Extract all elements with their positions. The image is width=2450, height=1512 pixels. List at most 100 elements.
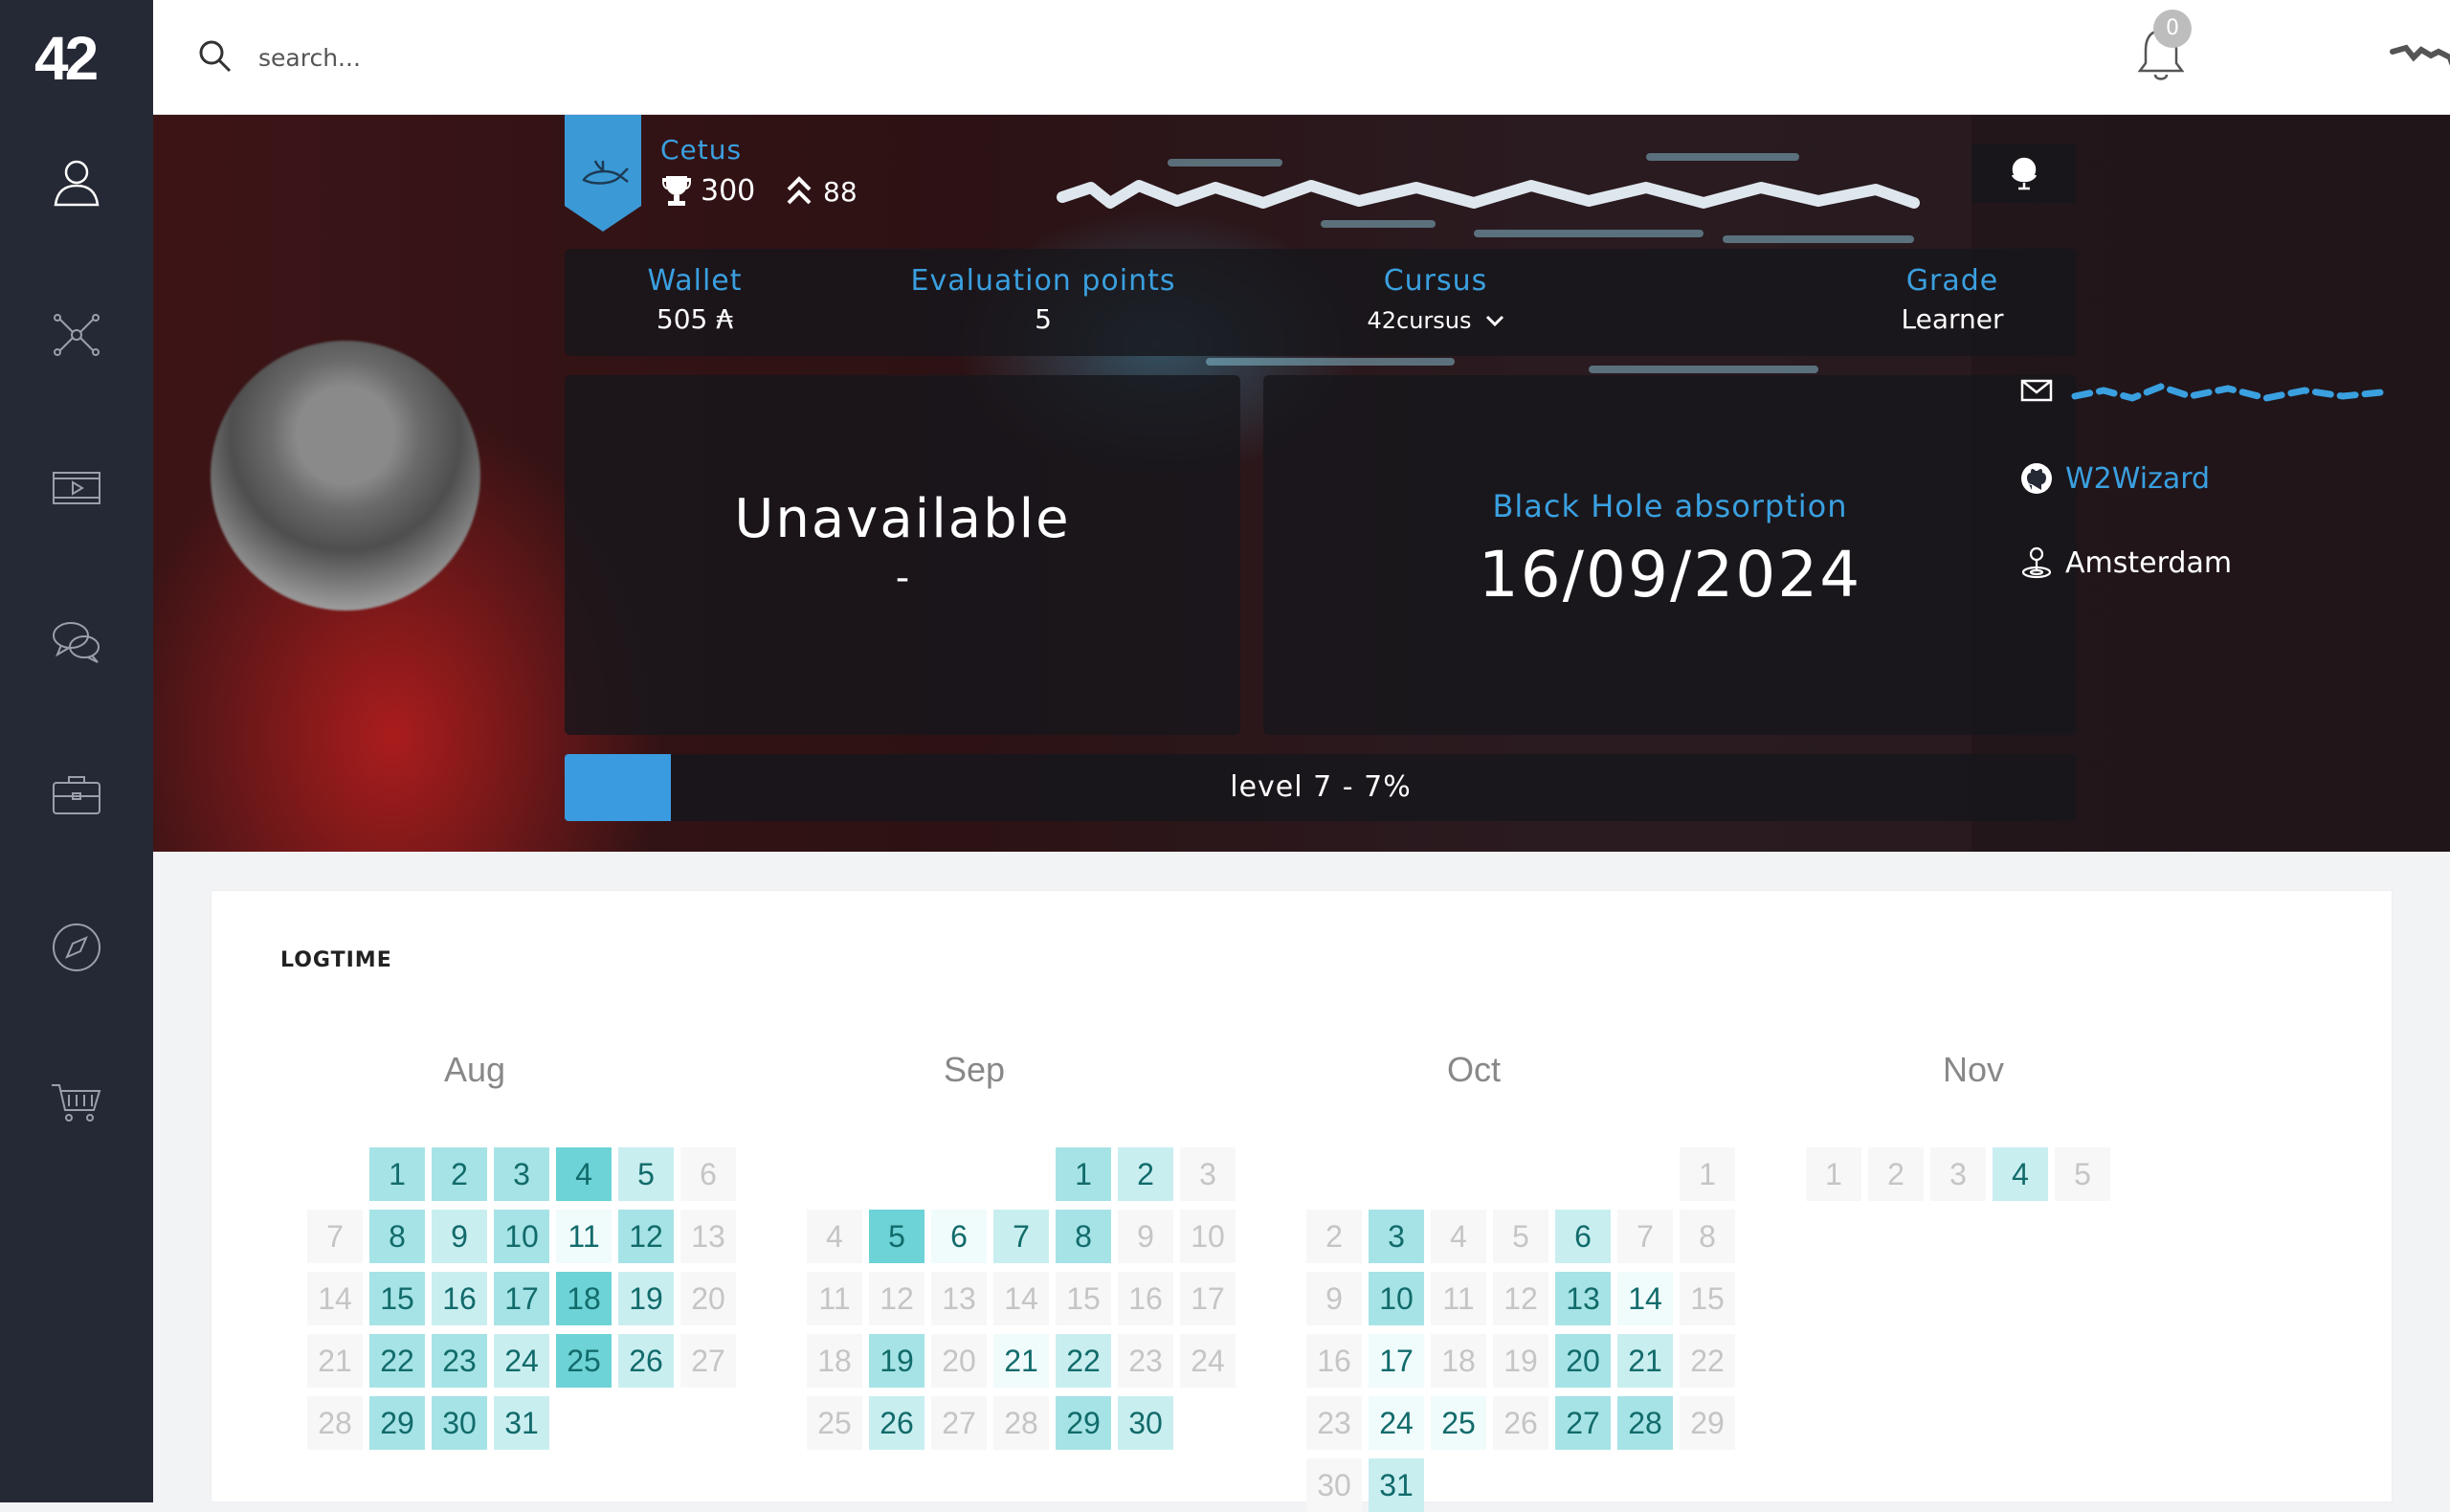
cart-icon[interactable] [46,1070,107,1131]
calendar-day[interactable]: 23 [1118,1334,1173,1388]
calendar-day[interactable]: 11 [1431,1272,1486,1325]
calendar-day[interactable]: 13 [680,1210,736,1263]
calendar-day[interactable]: 21 [307,1334,363,1388]
calendar-day[interactable]: 25 [1431,1396,1486,1450]
calendar-day[interactable]: 19 [1493,1334,1548,1388]
calendar-day[interactable]: 20 [931,1334,987,1388]
github-contact[interactable]: W2Wizard [2019,461,2210,496]
calendar-day[interactable]: 12 [618,1210,674,1263]
calendar-day[interactable]: 24 [494,1334,549,1388]
graph-icon[interactable] [46,304,107,366]
calendar-day[interactable]: 21 [993,1334,1049,1388]
briefcase-icon[interactable] [46,764,107,825]
calendar-day[interactable]: 18 [807,1334,862,1388]
calendar-day[interactable]: 10 [494,1210,549,1263]
calendar-day[interactable]: 30 [1306,1458,1362,1512]
calendar-day[interactable]: 10 [1369,1272,1424,1325]
calendar-day[interactable]: 16 [1118,1272,1173,1325]
calendar-day[interactable]: 18 [1431,1334,1486,1388]
calendar-day[interactable]: 7 [307,1210,363,1263]
calendar-day[interactable]: 1 [1680,1147,1735,1201]
calendar-day[interactable]: 28 [993,1396,1049,1450]
calendar-day[interactable]: 30 [1118,1396,1173,1450]
calendar-day[interactable]: 13 [1555,1272,1611,1325]
calendar-day[interactable]: 31 [1369,1458,1424,1512]
calendar-day[interactable]: 15 [1680,1272,1735,1325]
profile-icon[interactable] [46,151,107,212]
calendar-day[interactable]: 19 [869,1334,924,1388]
calendar-day[interactable]: 28 [307,1396,363,1450]
calendar-day[interactable]: 8 [369,1210,425,1263]
calendar-day[interactable]: 14 [307,1272,363,1325]
calendar-day[interactable]: 14 [1617,1272,1673,1325]
calendar-day[interactable]: 30 [432,1396,487,1450]
calendar-day[interactable]: 2 [1118,1147,1173,1201]
calendar-day[interactable]: 29 [369,1396,425,1450]
calendar-day[interactable]: 5 [869,1210,924,1263]
search-input[interactable] [258,36,833,78]
calendar-day[interactable]: 2 [1868,1147,1924,1201]
calendar-day[interactable]: 16 [1306,1334,1362,1388]
calendar-day[interactable]: 9 [1306,1272,1362,1325]
calendar-day[interactable]: 6 [1555,1210,1611,1263]
calendar-day[interactable]: 20 [1555,1334,1611,1388]
calendar-day[interactable]: 27 [680,1334,736,1388]
calendar-day[interactable]: 21 [1617,1334,1673,1388]
calendar-day[interactable]: 22 [1056,1334,1111,1388]
calendar-day[interactable]: 18 [556,1272,612,1325]
coalition-flag[interactable] [565,115,641,232]
calendar-day[interactable]: 23 [432,1334,487,1388]
calendar-day[interactable]: 11 [556,1210,612,1263]
calendar-day[interactable]: 2 [1306,1210,1362,1263]
calendar-day[interactable]: 12 [869,1272,924,1325]
calendar-day[interactable]: 23 [1306,1396,1362,1450]
calendar-day[interactable]: 15 [1056,1272,1111,1325]
calendar-day[interactable]: 8 [1680,1210,1735,1263]
calendar-day[interactable]: 13 [931,1272,987,1325]
calendar-day[interactable]: 20 [680,1272,736,1325]
calendar-day[interactable]: 17 [1369,1334,1424,1388]
calendar-day[interactable]: 3 [494,1147,549,1201]
calendar-day[interactable]: 4 [807,1210,862,1263]
calendar-day[interactable]: 14 [993,1272,1049,1325]
calendar-day[interactable]: 29 [1680,1396,1735,1450]
calendar-day[interactable]: 4 [1993,1147,2048,1201]
chat-icon[interactable] [46,611,107,672]
calendar-day[interactable]: 9 [1118,1210,1173,1263]
coalition-name[interactable]: Cetus [660,134,742,166]
calendar-day[interactable]: 24 [1180,1334,1236,1388]
compass-icon[interactable] [46,917,107,978]
calendar-day[interactable]: 5 [1493,1210,1548,1263]
calendar-day[interactable]: 15 [369,1272,425,1325]
calendar-day[interactable]: 4 [1431,1210,1486,1263]
email-contact[interactable] [2019,373,2391,408]
calendar-day[interactable]: 28 [1617,1396,1673,1450]
globe-button[interactable] [1971,144,2077,203]
calendar-day[interactable]: 26 [869,1396,924,1450]
calendar-day[interactable]: 9 [432,1210,487,1263]
calendar-day[interactable]: 22 [369,1334,425,1388]
calendar-day[interactable]: 27 [1555,1396,1611,1450]
calendar-day[interactable]: 8 [1056,1210,1111,1263]
video-icon[interactable] [46,457,107,519]
calendar-day[interactable]: 25 [807,1396,862,1450]
calendar-day[interactable]: 10 [1180,1210,1236,1263]
calendar-day[interactable]: 17 [1180,1272,1236,1325]
calendar-day[interactable]: 24 [1369,1396,1424,1450]
calendar-day[interactable]: 31 [494,1396,549,1450]
calendar-day[interactable]: 17 [494,1272,549,1325]
calendar-day[interactable]: 7 [993,1210,1049,1263]
calendar-day[interactable]: 16 [432,1272,487,1325]
cursus-select[interactable]: 42cursus [1367,307,1503,334]
calendar-day[interactable]: 3 [1930,1147,1986,1201]
calendar-day[interactable]: 1 [1806,1147,1861,1201]
calendar-day[interactable]: 29 [1056,1396,1111,1450]
calendar-day[interactable]: 6 [931,1210,987,1263]
github-link[interactable]: W2Wizard [2065,462,2210,496]
login-scribble-icon[interactable] [2389,42,2450,71]
calendar-day[interactable]: 1 [369,1147,425,1201]
calendar-day[interactable]: 26 [1493,1396,1548,1450]
calendar-day[interactable]: 27 [931,1396,987,1450]
calendar-day[interactable]: 25 [556,1334,612,1388]
app-logo[interactable]: 42 [34,28,119,89]
